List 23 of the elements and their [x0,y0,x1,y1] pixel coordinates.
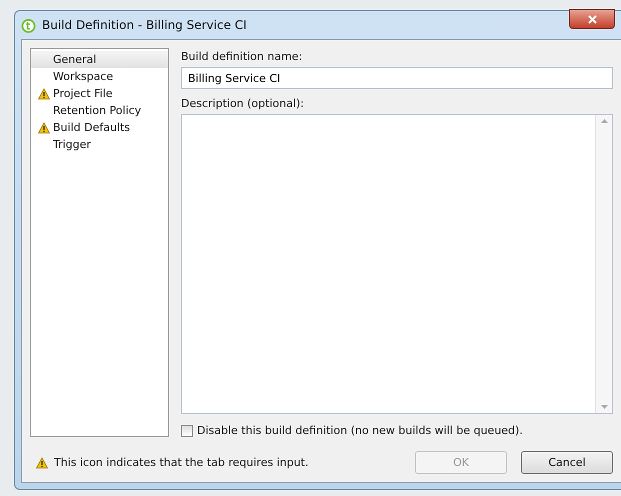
field-label: Description (optional): [181,97,306,110]
checkbox-label[interactable]: Disable this build definition (no new builds will be queued). [197,424,523,437]
hint-text: This icon indicates that the tab requires input. [54,456,310,469]
scroll-up-icon[interactable] [600,119,608,123]
description-field[interactable] [181,114,613,414]
scroll-down-icon[interactable] [600,405,608,409]
sidebar-item[interactable]: Trigger [53,138,91,151]
warning-icon [36,456,48,468]
close-button[interactable] [569,9,615,29]
scrollbar[interactable] [595,115,612,413]
field-label: Build definition name: [181,50,304,63]
close-icon [588,14,596,24]
warning-icon [38,88,50,100]
sidebar-item[interactable]: Workspace [53,70,114,83]
name-field[interactable]: Billing Service CI [181,67,613,89]
cancel-button[interactable]: Cancel [521,451,613,474]
window-title: Build Definition - Billing Service CI [42,18,247,32]
checkbox[interactable] [181,424,193,436]
sidebar-item[interactable]: Project File [53,87,113,100]
sidebar-item[interactable]: Build Defaults [53,121,130,134]
app-logo-icon [21,18,36,32]
sidebar-item[interactable]: Retention Policy [53,104,142,117]
warning-icon [38,122,50,134]
